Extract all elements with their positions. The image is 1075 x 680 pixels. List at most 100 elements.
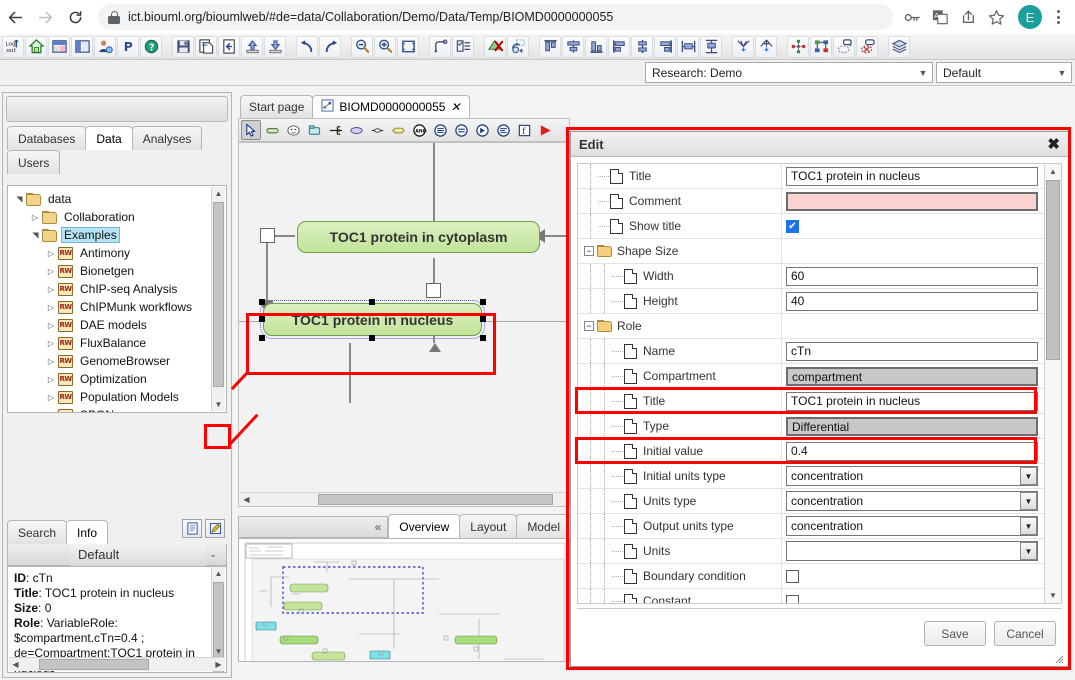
undo-icon[interactable] — [296, 35, 318, 58]
tab-model[interactable]: Model — [516, 514, 571, 538]
select-nodes-icon[interactable] — [833, 35, 855, 58]
close-icon[interactable]: ✖ — [1047, 135, 1060, 153]
tree-item-bionetgen[interactable]: ▷ RW Bionetgen — [12, 262, 226, 280]
zoom-out-icon[interactable] — [351, 35, 373, 58]
profile-avatar[interactable]: E — [1018, 5, 1042, 29]
password-key-icon[interactable] — [899, 4, 925, 30]
tree-item-fluxbalance[interactable]: ▷ RW FluxBalance — [12, 334, 226, 352]
scroll-down-icon[interactable]: ▼ — [212, 398, 225, 411]
chevron-down-icon[interactable]: ▼ — [1020, 467, 1037, 485]
layout-panels-icon[interactable] — [48, 35, 70, 58]
address-bar[interactable]: ict.biouml.org/bioumlweb/#de=data/Collab… — [98, 4, 893, 30]
property-text-input[interactable]: 60 — [786, 266, 1038, 286]
property-grid[interactable]: Title TOC1 protein in nucleus Comment Show … — [577, 163, 1062, 604]
zoom-in-icon[interactable] — [374, 35, 396, 58]
association-icon[interactable] — [451, 120, 471, 140]
align-top-icon[interactable] — [539, 35, 561, 58]
resize-handle[interactable] — [480, 335, 486, 341]
share-icon[interactable] — [955, 4, 981, 30]
research-selector[interactable]: Research: Demo ▼ — [645, 62, 933, 83]
unspecified-entity-icon[interactable] — [283, 120, 303, 140]
select-edges-icon[interactable] — [856, 35, 878, 58]
distribute-h-icon[interactable] — [677, 35, 699, 58]
resize-grip-icon[interactable] — [1052, 652, 1064, 664]
tree-item-population-models[interactable]: ▷ RW Population Models — [12, 388, 226, 406]
port-node[interactable] — [260, 228, 275, 243]
layout-orthogonal-icon[interactable] — [810, 35, 832, 58]
perturbing-agent-icon[interactable] — [388, 120, 408, 140]
scroll-up-icon[interactable]: ▲ — [212, 187, 225, 200]
tree-item-collaboration[interactable]: ▷ Collaboration — [12, 208, 226, 226]
scroll-thumb[interactable] — [213, 202, 224, 387]
chevron-down-icon[interactable]: ▼ — [1020, 492, 1037, 510]
save-icon[interactable] — [172, 35, 194, 58]
tree-item-dae-models[interactable]: ▷ RW DAE models — [12, 316, 226, 334]
production-arc-icon[interactable] — [472, 120, 492, 140]
property-checkbox[interactable]: ✔ — [786, 219, 799, 233]
property-text-input[interactable]: Differential — [786, 416, 1038, 436]
resize-handle[interactable] — [369, 299, 375, 305]
split-view-icon[interactable] — [71, 35, 93, 58]
layout-circular-icon[interactable] — [787, 35, 809, 58]
property-text-input[interactable]: TOC1 protein in nucleus — [786, 391, 1038, 411]
expander-closed-icon[interactable]: ▷ — [44, 303, 58, 312]
clear-icon[interactable] — [484, 35, 506, 58]
layout-force-icon[interactable] — [755, 35, 777, 58]
close-icon[interactable]: ✕ — [450, 100, 460, 114]
canvas-horizontal-scrollbar[interactable]: ◀ — [240, 492, 568, 506]
import-icon[interactable] — [218, 35, 240, 58]
tree-vertical-scrollbar[interactable]: ▲ ▼ — [211, 187, 225, 411]
tree-item-antimony[interactable]: ▷ RW Antimony — [12, 244, 226, 262]
expander-closed-icon[interactable]: ▷ — [44, 285, 58, 294]
property-select[interactable]: ▼ — [786, 541, 1038, 561]
tab-analyses[interactable]: Analyses — [131, 126, 203, 150]
tree-item-optimization[interactable]: ▷ RW Optimization — [12, 370, 226, 388]
copy-icon[interactable] — [195, 35, 217, 58]
scroll-thumb[interactable] — [39, 659, 149, 670]
home-icon[interactable] — [25, 35, 47, 58]
browser-reload-button[interactable] — [60, 2, 90, 32]
tab-start-page[interactable]: Start page — [240, 95, 314, 118]
repository-tree[interactable]: ◢ data ▷ Collaboration ◢ Examples ▷ RW Antimony ▷… — [7, 185, 227, 413]
expander-closed-icon[interactable]: ▷ — [44, 321, 58, 330]
fit-to-screen-icon[interactable] — [397, 35, 419, 58]
perspective-selector[interactable]: Default ▼ — [936, 62, 1072, 83]
align-bottom-icon[interactable] — [585, 35, 607, 58]
redo-icon[interactable] — [319, 35, 341, 58]
diagram-canvas[interactable]: TOC1 protein in cytoplasm TOC1 protein i… — [238, 142, 570, 507]
info-view-selector[interactable]: Default ⌄ — [7, 543, 227, 566]
property-select[interactable]: concentration ▼ — [786, 491, 1038, 511]
node-toc1-nucleus[interactable]: TOC1 protein in nucleus — [260, 300, 485, 339]
refresh-layout-icon[interactable] — [507, 35, 529, 58]
resize-handle[interactable] — [480, 316, 486, 322]
align-left-icon[interactable] — [608, 35, 630, 58]
resize-handle[interactable] — [259, 335, 265, 341]
scroll-thumb[interactable] — [1046, 180, 1060, 360]
tab-layout[interactable]: Layout — [459, 514, 518, 538]
resize-handle[interactable] — [259, 299, 265, 305]
expander-open-icon[interactable]: ◢ — [31, 228, 40, 242]
browser-menu-icon[interactable] — [1047, 10, 1069, 24]
scroll-up-icon[interactable]: ▲ — [1045, 164, 1061, 179]
source-sink-icon[interactable] — [367, 120, 387, 140]
tree-item-examples[interactable]: ◢ Examples — [12, 226, 226, 244]
distribute-v-icon[interactable] — [700, 35, 722, 58]
properties-list-icon[interactable] — [452, 35, 474, 58]
info-vertical-scrollbar[interactable]: ▲ ▼ — [211, 567, 225, 672]
edge-route-icon[interactable] — [429, 35, 451, 58]
resize-handle[interactable] — [480, 299, 486, 305]
phenotype-icon[interactable]: f — [514, 120, 534, 140]
logout-icon[interactable]: Log out — [2, 35, 24, 58]
run-simulation-icon[interactable] — [535, 120, 555, 140]
bookmark-star-icon[interactable] — [983, 4, 1009, 30]
property-text-input[interactable]: cTn — [786, 341, 1038, 361]
expander-closed-icon[interactable]: ▷ — [44, 267, 58, 276]
expander-closed-icon[interactable]: ▷ — [44, 375, 58, 384]
expander-closed-icon[interactable]: ▷ — [44, 357, 58, 366]
overview-panel[interactable] — [238, 538, 570, 662]
user-icon[interactable] — [94, 35, 116, 58]
layers-icon[interactable] — [888, 35, 910, 58]
expander-icon[interactable]: − — [584, 321, 594, 331]
property-text-input[interactable]: 0.4 — [786, 441, 1038, 461]
scroll-thumb[interactable] — [318, 494, 553, 505]
